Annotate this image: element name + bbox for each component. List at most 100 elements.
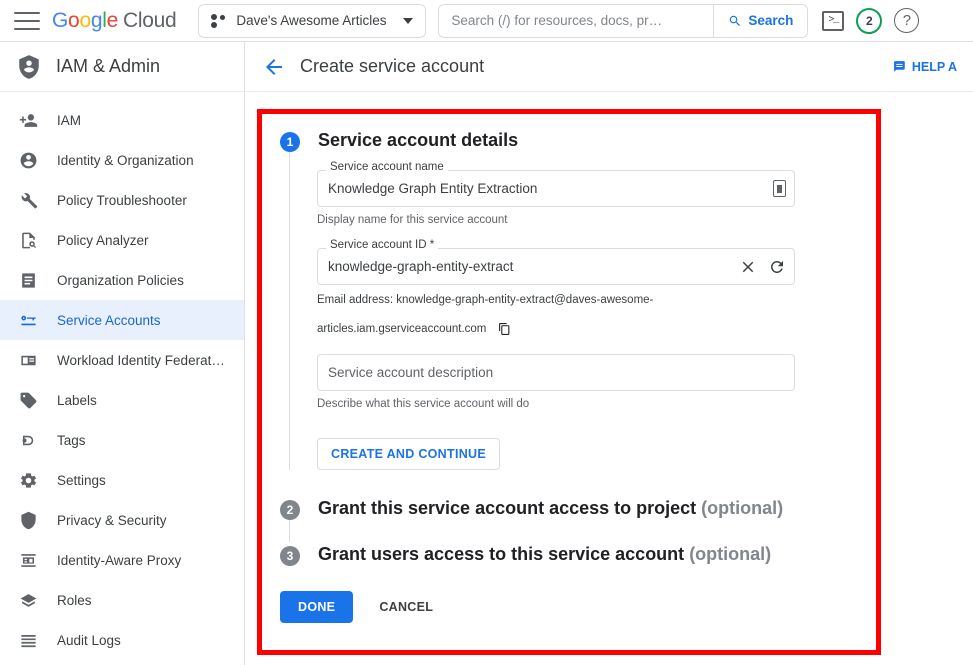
sidebar-title: IAM & Admin (56, 56, 160, 77)
step-3-optional: (optional) (689, 544, 771, 564)
step-3-title: Grant users access to this service accou… (318, 542, 771, 566)
service-account-id-field[interactable]: Service account ID * (317, 248, 795, 285)
notification-count: 2 (866, 14, 873, 28)
search-input[interactable] (439, 5, 713, 37)
service-account-name-input[interactable] (317, 170, 795, 207)
sidebar-item-label: Roles (57, 593, 92, 608)
tag-outline-icon (18, 430, 39, 451)
step-1-number: 1 (280, 132, 300, 152)
terminal-icon[interactable]: >_ (822, 11, 844, 31)
proxy-icon (18, 550, 39, 571)
sidebar-item-label: Organization Policies (57, 273, 184, 288)
help-glyph: ? (903, 12, 911, 29)
sidebar: IAM & Admin IAM Identity & Organization … (0, 42, 245, 665)
copy-icon[interactable] (498, 322, 511, 336)
service-account-description-input[interactable] (317, 354, 795, 391)
sidebar-item-audit-logs[interactable]: Audit Logs (0, 620, 244, 660)
sidebar-item-privacy-security[interactable]: Privacy & Security (0, 500, 244, 540)
step-3-number: 3 (280, 546, 300, 566)
shield-person-icon (16, 54, 42, 80)
step-connector (289, 520, 290, 542)
name-field-trailing (773, 170, 786, 207)
highlight-annotation: 1 Service account details Service accoun… (257, 109, 881, 655)
arrow-back-icon[interactable] (262, 55, 286, 79)
close-x-icon[interactable] (739, 258, 757, 276)
sidebar-item-service-accounts[interactable]: Service Accounts (0, 300, 244, 340)
sidebar-item-identity-aware-proxy[interactable]: Identity-Aware Proxy (0, 540, 244, 580)
create-service-account-form: 1 Service account details Service accoun… (262, 114, 876, 650)
project-dots-icon (211, 14, 226, 28)
account-circle-icon (18, 150, 39, 171)
sidebar-item-roles[interactable]: Roles (0, 580, 244, 620)
sidebar-item-organization-policies[interactable]: Organization Policies (0, 260, 244, 300)
sidebar-item-identity-organization[interactable]: Identity & Organization (0, 140, 244, 180)
refresh-icon[interactable] (768, 258, 786, 276)
wrench-icon (18, 190, 39, 211)
search-bar[interactable]: Search (438, 4, 808, 38)
top-bar: GoogleCloud Dave's Awesome Articles Sear… (0, 0, 973, 42)
email-address-line-2: articles.iam.gserviceaccount.com (317, 323, 486, 335)
help-assistant-button[interactable]: HELP A (893, 59, 957, 74)
service-account-description-field[interactable] (317, 354, 795, 391)
sidebar-nav: IAM Identity & Organization Policy Troub… (0, 92, 244, 660)
help-circle-icon[interactable]: ? (894, 8, 919, 33)
form-actions: DONE CANCEL (280, 591, 858, 623)
help-assistant-icon (893, 59, 906, 74)
sidebar-item-label: Policy Analyzer (57, 233, 149, 248)
logo-cloud-text: Cloud (123, 9, 176, 32)
step-2-title-text: Grant this service account access to pro… (318, 498, 696, 518)
shield-icon (18, 510, 39, 531)
sidebar-item-label: Privacy & Security (57, 513, 167, 528)
search-icon (728, 14, 742, 28)
service-account-name-field[interactable]: Service account name (317, 170, 795, 207)
step-2-header[interactable]: 2 Grant this service account access to p… (280, 496, 858, 520)
project-name-label: Dave's Awesome Articles (236, 13, 386, 28)
step-2-title: Grant this service account access to pro… (318, 496, 783, 520)
chevron-down-icon (403, 18, 413, 24)
id-badge-icon[interactable] (773, 180, 786, 197)
sidebar-item-workload-identity-federation[interactable]: Workload Identity Federat… (0, 340, 244, 380)
sidebar-item-label: Workload Identity Federat… (57, 353, 225, 368)
tag-icon (18, 390, 39, 411)
google-cloud-logo: GoogleCloud (52, 9, 176, 33)
sidebar-item-policy-troubleshooter[interactable]: Policy Troubleshooter (0, 180, 244, 220)
logs-lines-icon (18, 630, 39, 651)
help-assistant-label: HELP A (912, 60, 957, 74)
service-account-id-input[interactable] (317, 248, 795, 285)
sidebar-item-label: Service Accounts (57, 313, 161, 328)
gear-icon (18, 470, 39, 491)
step-1-header: 1 Service account details (280, 128, 858, 152)
email-address-line-2-row: articles.iam.gserviceaccount.com (317, 322, 858, 336)
sidebar-header: IAM & Admin (0, 42, 244, 92)
sidebar-item-policy-analyzer[interactable]: Policy Analyzer (0, 220, 244, 260)
done-button[interactable]: DONE (280, 591, 353, 623)
create-and-continue-button[interactable]: CREATE AND CONTINUE (317, 438, 500, 470)
sidebar-item-settings[interactable]: Settings (0, 460, 244, 500)
sidebar-item-labels[interactable]: Labels (0, 380, 244, 420)
id-field-trailing (739, 248, 786, 285)
project-selector[interactable]: Dave's Awesome Articles (198, 4, 426, 38)
document-search-icon (18, 230, 39, 251)
step-1-body: Service account name Display name for th… (289, 152, 858, 470)
main-content: Create service account HELP A 1 Service … (246, 42, 973, 665)
top-bar-icons: >_ 2 ? (822, 8, 919, 34)
sidebar-item-tags[interactable]: Tags (0, 420, 244, 460)
service-account-description-hint: Describe what this service account will … (317, 398, 858, 410)
sidebar-item-label: Policy Troubleshooter (57, 193, 187, 208)
hamburger-menu-icon[interactable] (14, 12, 40, 30)
sidebar-item-label: Audit Logs (57, 633, 121, 648)
step-3-title-text: Grant users access to this service accou… (318, 544, 684, 564)
step-2-number: 2 (280, 500, 300, 520)
step-1-title: Service account details (318, 128, 518, 152)
notification-badge-icon[interactable]: 2 (856, 8, 882, 34)
sidebar-item-label: Labels (57, 393, 97, 408)
email-address-line-1: Email address: knowledge-graph-entity-ex… (317, 294, 858, 307)
step-3-header[interactable]: 3 Grant users access to this service acc… (280, 542, 858, 566)
id-card-icon (18, 350, 39, 371)
cancel-button[interactable]: CANCEL (371, 591, 441, 623)
sidebar-item-label: Tags (57, 433, 86, 448)
sidebar-item-iam[interactable]: IAM (0, 100, 244, 140)
search-button[interactable]: Search (713, 5, 807, 37)
key-card-icon (18, 310, 39, 331)
sidebar-item-label: IAM (57, 113, 81, 128)
